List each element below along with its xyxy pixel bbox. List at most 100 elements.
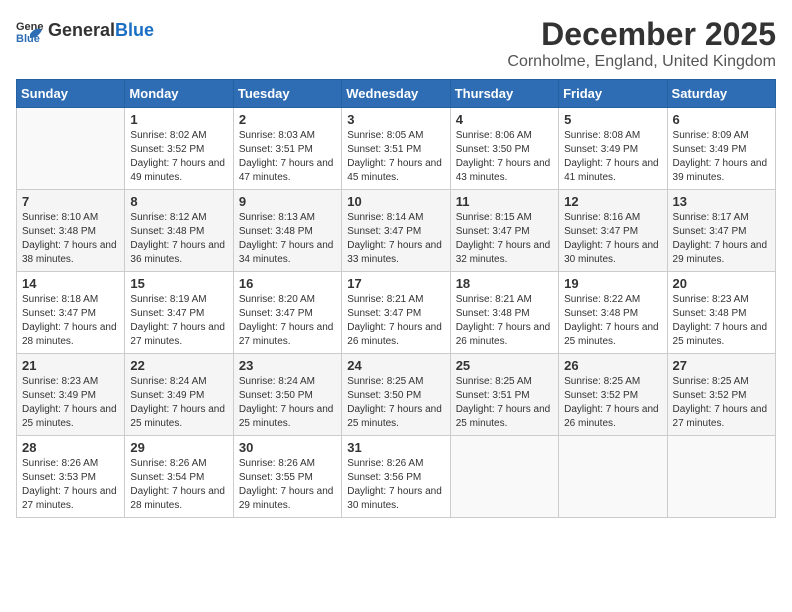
day-number: 9 bbox=[239, 194, 336, 209]
sunset-text: Sunset: 3:51 PM bbox=[456, 390, 530, 401]
day-info: Sunrise: 8:24 AM Sunset: 3:50 PM Dayligh… bbox=[239, 375, 336, 431]
day-number: 26 bbox=[564, 358, 661, 373]
sunset-text: Sunset: 3:48 PM bbox=[130, 226, 204, 237]
daylight-text: Daylight: 7 hours and 28 minutes. bbox=[22, 322, 117, 347]
sunrise-text: Sunrise: 8:09 AM bbox=[673, 130, 749, 141]
title-block: December 2025 Cornholme, England, United… bbox=[507, 16, 776, 71]
daylight-text: Daylight: 7 hours and 29 minutes. bbox=[239, 486, 334, 511]
daylight-text: Daylight: 7 hours and 27 minutes. bbox=[239, 322, 334, 347]
sunset-text: Sunset: 3:52 PM bbox=[130, 144, 204, 155]
day-number: 4 bbox=[456, 112, 553, 127]
day-number: 22 bbox=[130, 358, 227, 373]
sunrise-text: Sunrise: 8:24 AM bbox=[130, 376, 206, 387]
day-info: Sunrise: 8:13 AM Sunset: 3:48 PM Dayligh… bbox=[239, 211, 336, 267]
day-number: 21 bbox=[22, 358, 119, 373]
calendar-week-row: 1 Sunrise: 8:02 AM Sunset: 3:52 PM Dayli… bbox=[17, 108, 776, 190]
day-info: Sunrise: 8:16 AM Sunset: 3:47 PM Dayligh… bbox=[564, 211, 661, 267]
weekday-header-row: SundayMondayTuesdayWednesdayThursdayFrid… bbox=[17, 80, 776, 108]
calendar-week-row: 21 Sunrise: 8:23 AM Sunset: 3:49 PM Dayl… bbox=[17, 354, 776, 436]
calendar-cell bbox=[667, 436, 775, 518]
day-info: Sunrise: 8:25 AM Sunset: 3:50 PM Dayligh… bbox=[347, 375, 444, 431]
sunrise-text: Sunrise: 8:25 AM bbox=[347, 376, 423, 387]
daylight-text: Daylight: 7 hours and 30 minutes. bbox=[347, 486, 442, 511]
sunrise-text: Sunrise: 8:26 AM bbox=[347, 458, 423, 469]
daylight-text: Daylight: 7 hours and 32 minutes. bbox=[456, 240, 551, 265]
calendar-cell: 21 Sunrise: 8:23 AM Sunset: 3:49 PM Dayl… bbox=[17, 354, 125, 436]
day-info: Sunrise: 8:26 AM Sunset: 3:55 PM Dayligh… bbox=[239, 457, 336, 513]
day-number: 10 bbox=[347, 194, 444, 209]
calendar-week-row: 7 Sunrise: 8:10 AM Sunset: 3:48 PM Dayli… bbox=[17, 190, 776, 272]
calendar-cell: 20 Sunrise: 8:23 AM Sunset: 3:48 PM Dayl… bbox=[667, 272, 775, 354]
calendar-cell: 25 Sunrise: 8:25 AM Sunset: 3:51 PM Dayl… bbox=[450, 354, 558, 436]
sunset-text: Sunset: 3:47 PM bbox=[239, 308, 313, 319]
sunrise-text: Sunrise: 8:02 AM bbox=[130, 130, 206, 141]
calendar-cell: 22 Sunrise: 8:24 AM Sunset: 3:49 PM Dayl… bbox=[125, 354, 233, 436]
sunset-text: Sunset: 3:52 PM bbox=[564, 390, 638, 401]
day-info: Sunrise: 8:25 AM Sunset: 3:52 PM Dayligh… bbox=[564, 375, 661, 431]
sunrise-text: Sunrise: 8:26 AM bbox=[239, 458, 315, 469]
weekday-header-wednesday: Wednesday bbox=[342, 80, 450, 108]
sunrise-text: Sunrise: 8:22 AM bbox=[564, 294, 640, 305]
sunrise-text: Sunrise: 8:13 AM bbox=[239, 212, 315, 223]
calendar-cell: 11 Sunrise: 8:15 AM Sunset: 3:47 PM Dayl… bbox=[450, 190, 558, 272]
sunset-text: Sunset: 3:47 PM bbox=[564, 226, 638, 237]
day-info: Sunrise: 8:23 AM Sunset: 3:49 PM Dayligh… bbox=[22, 375, 119, 431]
sunset-text: Sunset: 3:52 PM bbox=[673, 390, 747, 401]
calendar-week-row: 28 Sunrise: 8:26 AM Sunset: 3:53 PM Dayl… bbox=[17, 436, 776, 518]
day-number: 17 bbox=[347, 276, 444, 291]
calendar-cell: 24 Sunrise: 8:25 AM Sunset: 3:50 PM Dayl… bbox=[342, 354, 450, 436]
sunrise-text: Sunrise: 8:17 AM bbox=[673, 212, 749, 223]
day-number: 29 bbox=[130, 440, 227, 455]
daylight-text: Daylight: 7 hours and 39 minutes. bbox=[673, 158, 768, 183]
calendar-cell: 28 Sunrise: 8:26 AM Sunset: 3:53 PM Dayl… bbox=[17, 436, 125, 518]
sunset-text: Sunset: 3:53 PM bbox=[22, 472, 96, 483]
daylight-text: Daylight: 7 hours and 25 minutes. bbox=[456, 404, 551, 429]
sunrise-text: Sunrise: 8:26 AM bbox=[22, 458, 98, 469]
calendar-cell: 29 Sunrise: 8:26 AM Sunset: 3:54 PM Dayl… bbox=[125, 436, 233, 518]
daylight-text: Daylight: 7 hours and 25 minutes. bbox=[22, 404, 117, 429]
day-info: Sunrise: 8:15 AM Sunset: 3:47 PM Dayligh… bbox=[456, 211, 553, 267]
day-info: Sunrise: 8:18 AM Sunset: 3:47 PM Dayligh… bbox=[22, 293, 119, 349]
weekday-header-friday: Friday bbox=[559, 80, 667, 108]
sunset-text: Sunset: 3:51 PM bbox=[347, 144, 421, 155]
page-header: General Blue GeneralBlue December 2025 C… bbox=[16, 16, 776, 71]
day-info: Sunrise: 8:17 AM Sunset: 3:47 PM Dayligh… bbox=[673, 211, 770, 267]
daylight-text: Daylight: 7 hours and 27 minutes. bbox=[22, 486, 117, 511]
sunrise-text: Sunrise: 8:23 AM bbox=[673, 294, 749, 305]
calendar-cell: 8 Sunrise: 8:12 AM Sunset: 3:48 PM Dayli… bbox=[125, 190, 233, 272]
calendar-cell: 23 Sunrise: 8:24 AM Sunset: 3:50 PM Dayl… bbox=[233, 354, 341, 436]
day-number: 30 bbox=[239, 440, 336, 455]
sunrise-text: Sunrise: 8:06 AM bbox=[456, 130, 532, 141]
sunrise-text: Sunrise: 8:21 AM bbox=[456, 294, 532, 305]
day-number: 12 bbox=[564, 194, 661, 209]
day-info: Sunrise: 8:26 AM Sunset: 3:53 PM Dayligh… bbox=[22, 457, 119, 513]
day-info: Sunrise: 8:21 AM Sunset: 3:48 PM Dayligh… bbox=[456, 293, 553, 349]
day-number: 1 bbox=[130, 112, 227, 127]
calendar-cell bbox=[450, 436, 558, 518]
daylight-text: Daylight: 7 hours and 49 minutes. bbox=[130, 158, 225, 183]
daylight-text: Daylight: 7 hours and 41 minutes. bbox=[564, 158, 659, 183]
sunrise-text: Sunrise: 8:16 AM bbox=[564, 212, 640, 223]
sunset-text: Sunset: 3:55 PM bbox=[239, 472, 313, 483]
calendar-cell: 2 Sunrise: 8:03 AM Sunset: 3:51 PM Dayli… bbox=[233, 108, 341, 190]
sunset-text: Sunset: 3:47 PM bbox=[130, 308, 204, 319]
calendar-cell: 4 Sunrise: 8:06 AM Sunset: 3:50 PM Dayli… bbox=[450, 108, 558, 190]
day-number: 23 bbox=[239, 358, 336, 373]
sunset-text: Sunset: 3:49 PM bbox=[22, 390, 96, 401]
daylight-text: Daylight: 7 hours and 33 minutes. bbox=[347, 240, 442, 265]
day-number: 25 bbox=[456, 358, 553, 373]
sunrise-text: Sunrise: 8:21 AM bbox=[347, 294, 423, 305]
day-info: Sunrise: 8:22 AM Sunset: 3:48 PM Dayligh… bbox=[564, 293, 661, 349]
daylight-text: Daylight: 7 hours and 29 minutes. bbox=[673, 240, 768, 265]
day-number: 20 bbox=[673, 276, 770, 291]
day-number: 27 bbox=[673, 358, 770, 373]
daylight-text: Daylight: 7 hours and 38 minutes. bbox=[22, 240, 117, 265]
daylight-text: Daylight: 7 hours and 25 minutes. bbox=[347, 404, 442, 429]
sunset-text: Sunset: 3:47 PM bbox=[673, 226, 747, 237]
sunset-text: Sunset: 3:50 PM bbox=[456, 144, 530, 155]
weekday-header-monday: Monday bbox=[125, 80, 233, 108]
sunset-text: Sunset: 3:49 PM bbox=[130, 390, 204, 401]
daylight-text: Daylight: 7 hours and 26 minutes. bbox=[564, 404, 659, 429]
day-info: Sunrise: 8:26 AM Sunset: 3:54 PM Dayligh… bbox=[130, 457, 227, 513]
calendar-cell: 12 Sunrise: 8:16 AM Sunset: 3:47 PM Dayl… bbox=[559, 190, 667, 272]
